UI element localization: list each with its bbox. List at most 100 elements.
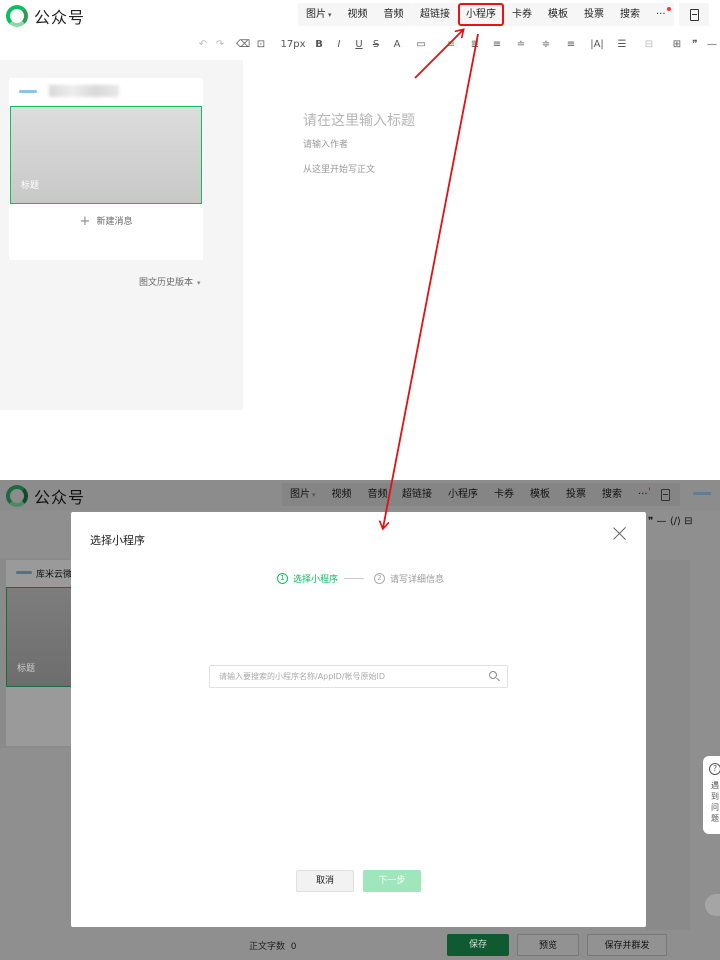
side-panel-button bbox=[650, 483, 680, 506]
article-cover: 标题 bbox=[6, 587, 72, 687]
step-label: 请写详细信息 bbox=[390, 575, 445, 585]
table-button[interactable]: ⊞ bbox=[670, 31, 684, 59]
dialog-title: 选择小程序 bbox=[90, 534, 145, 547]
step-number: 1 bbox=[277, 573, 288, 584]
toolbar-mini-program[interactable]: 小程序 bbox=[458, 3, 504, 26]
wechat-mp-logo-icon bbox=[6, 5, 28, 27]
toolbar-audio[interactable]: 音频 bbox=[376, 3, 412, 26]
title-input[interactable]: 请在这里输入标题 bbox=[303, 110, 415, 130]
search-icon[interactable] bbox=[489, 671, 497, 679]
insert-toolbar-group: 超链接 小程序 卡券 模板 投票 搜索 ··· bbox=[394, 483, 656, 506]
align-left-button[interactable]: ≡ bbox=[444, 31, 458, 59]
author-input[interactable]: 请输入作者 bbox=[303, 137, 348, 150]
bottom-screenshot: 公众号 图片 ▾ 视频 音频 超链接 小程序 卡券 模板 投票 搜索 ··· ❞ … bbox=[0, 480, 720, 960]
close-icon[interactable] bbox=[612, 525, 628, 541]
editor-footer: 正文字数 0 保存 预览 保存并群发 bbox=[243, 932, 720, 960]
caret-down-icon: ▾ bbox=[312, 491, 316, 499]
toolbar-search[interactable]: 搜索 bbox=[612, 3, 648, 26]
list-button[interactable]: ☰ bbox=[615, 31, 629, 59]
cancel-button[interactable]: 取消 bbox=[296, 870, 354, 892]
toolbar-template[interactable]: 模板 bbox=[540, 3, 576, 26]
strikethrough-button[interactable]: S bbox=[370, 31, 382, 59]
next-step-button[interactable]: 下一步 bbox=[363, 870, 421, 892]
step-divider bbox=[344, 578, 364, 579]
help-widget[interactable]: ? 遇到问题 bbox=[703, 756, 720, 834]
help-icon: ? bbox=[709, 763, 720, 775]
logo-text: 公众号 bbox=[34, 8, 86, 27]
top-toolbar: 公众号 图片 ▾ 视频 音频 超链接 小程序 卡券 模板 投票 搜索 ··· bbox=[0, 0, 720, 30]
plus-icon: + bbox=[79, 214, 91, 229]
notification-dot bbox=[666, 7, 671, 11]
toolbar-more[interactable]: ··· bbox=[648, 3, 674, 26]
line-spacing-button[interactable]: ≑ bbox=[539, 31, 553, 59]
article-cover[interactable]: 标题 bbox=[10, 106, 202, 204]
font-size-select[interactable]: 17px bbox=[278, 31, 308, 59]
mini-program-search-input[interactable] bbox=[210, 666, 480, 687]
media-toolbar-group: 图片 ▾ 视频 音频 bbox=[298, 3, 412, 26]
history-version-button[interactable]: 图文历史版本 ▾ bbox=[139, 275, 201, 288]
redo-icon[interactable]: ↷ bbox=[214, 31, 226, 59]
format-toolbar-right: ❞ — ⟨/⟩ ⊟ bbox=[648, 516, 693, 527]
step-fill-details: 2 请写详细信息 bbox=[374, 572, 444, 585]
letter-spacing-button[interactable]: |A| bbox=[589, 31, 605, 59]
toolbar-vote: 投票 bbox=[566, 489, 586, 500]
new-message-button[interactable]: + 新建消息 bbox=[9, 214, 203, 229]
mini-program-search bbox=[209, 665, 508, 688]
step-number: 2 bbox=[374, 573, 385, 584]
article-card: 库米云微信 标题 bbox=[6, 560, 81, 746]
document-icon bbox=[689, 8, 699, 21]
select-mini-program-dialog: 选择小程序 1 选择小程序 2 请写详细信息 取消 下一步 bbox=[71, 512, 646, 927]
divider-button[interactable]: — bbox=[706, 31, 718, 59]
side-panel-button[interactable] bbox=[679, 3, 709, 26]
background-color-button[interactable]: ▭ bbox=[414, 31, 428, 59]
italic-button[interactable]: I bbox=[333, 31, 345, 59]
dimmed-top-toolbar: 公众号 图片 ▾ 视频 音频 超链接 小程序 卡券 模板 投票 搜索 ··· bbox=[0, 480, 720, 510]
underline-button[interactable]: U bbox=[353, 31, 365, 59]
indent-button[interactable]: ≐ bbox=[514, 31, 528, 59]
toolbar-video: 视频 bbox=[331, 489, 352, 500]
undo-icon[interactable]: ↶ bbox=[197, 31, 209, 59]
align-right-button[interactable]: ≡ bbox=[490, 31, 504, 59]
toolbar-image[interactable]: 图片 ▾ bbox=[298, 3, 340, 26]
toolbar-vote[interactable]: 投票 bbox=[576, 3, 612, 26]
font-color-button[interactable]: A bbox=[390, 31, 404, 59]
caret-down-icon: ▾ bbox=[197, 279, 201, 287]
cover-title: 标题 bbox=[21, 181, 40, 191]
quote-button[interactable]: ❞ bbox=[689, 31, 701, 59]
preview-button: 预览 bbox=[517, 934, 579, 956]
align-center-button[interactable]: ≣ bbox=[468, 31, 482, 59]
toolbar-hyperlink[interactable]: 超链接 bbox=[412, 3, 458, 26]
toolbar-card-coupon: 卡券 bbox=[494, 489, 514, 500]
help-text: 遇到问题 bbox=[711, 781, 719, 823]
bold-button[interactable]: B bbox=[313, 31, 325, 59]
document-icon bbox=[660, 488, 670, 501]
cover-title: 标题 bbox=[17, 664, 36, 674]
account-icon bbox=[19, 90, 37, 93]
toolbar-mini-program: 小程序 bbox=[448, 489, 478, 500]
insert-toolbar-group: 超链接 小程序 卡券 模板 投票 搜索 ··· bbox=[412, 3, 674, 26]
layout-button[interactable]: ⊟ bbox=[642, 31, 656, 59]
logo-text: 公众号 bbox=[34, 488, 86, 507]
step-label: 选择小程序 bbox=[293, 575, 339, 585]
account-icon bbox=[16, 571, 32, 574]
toolbar-card-coupon[interactable]: 卡券 bbox=[504, 3, 540, 26]
back-to-top-button[interactable] bbox=[705, 894, 720, 916]
wechat-mp-logo-icon bbox=[6, 485, 28, 507]
format-painter-icon[interactable]: ⊡ bbox=[254, 31, 268, 59]
save-and-publish-button: 保存并群发 bbox=[587, 934, 667, 956]
top-screenshot: 公众号 图片 ▾ 视频 音频 超链接 小程序 卡券 模板 投票 搜索 ··· ↶ … bbox=[0, 0, 720, 470]
logo[interactable]: 公众号 bbox=[6, 4, 85, 28]
logo: 公众号 bbox=[6, 484, 85, 508]
save-button: 保存 bbox=[447, 934, 509, 956]
clear-format-icon[interactable]: ⌫ bbox=[236, 31, 250, 59]
paragraph-spacing-button[interactable]: ≡ bbox=[564, 31, 578, 59]
body-input[interactable]: 从这里开始写正文 bbox=[303, 162, 375, 175]
toolbar-audio: 音频 bbox=[367, 489, 388, 500]
word-count: 正文字数 0 bbox=[249, 942, 297, 952]
account-icon bbox=[693, 492, 711, 495]
step-select-mini-program: 1 选择小程序 bbox=[277, 572, 338, 585]
article-card: 标题 + 新建消息 bbox=[9, 78, 203, 260]
toolbar-video[interactable]: 视频 bbox=[340, 3, 376, 26]
right-panel bbox=[646, 560, 690, 930]
toolbar-template: 模板 bbox=[530, 489, 550, 500]
